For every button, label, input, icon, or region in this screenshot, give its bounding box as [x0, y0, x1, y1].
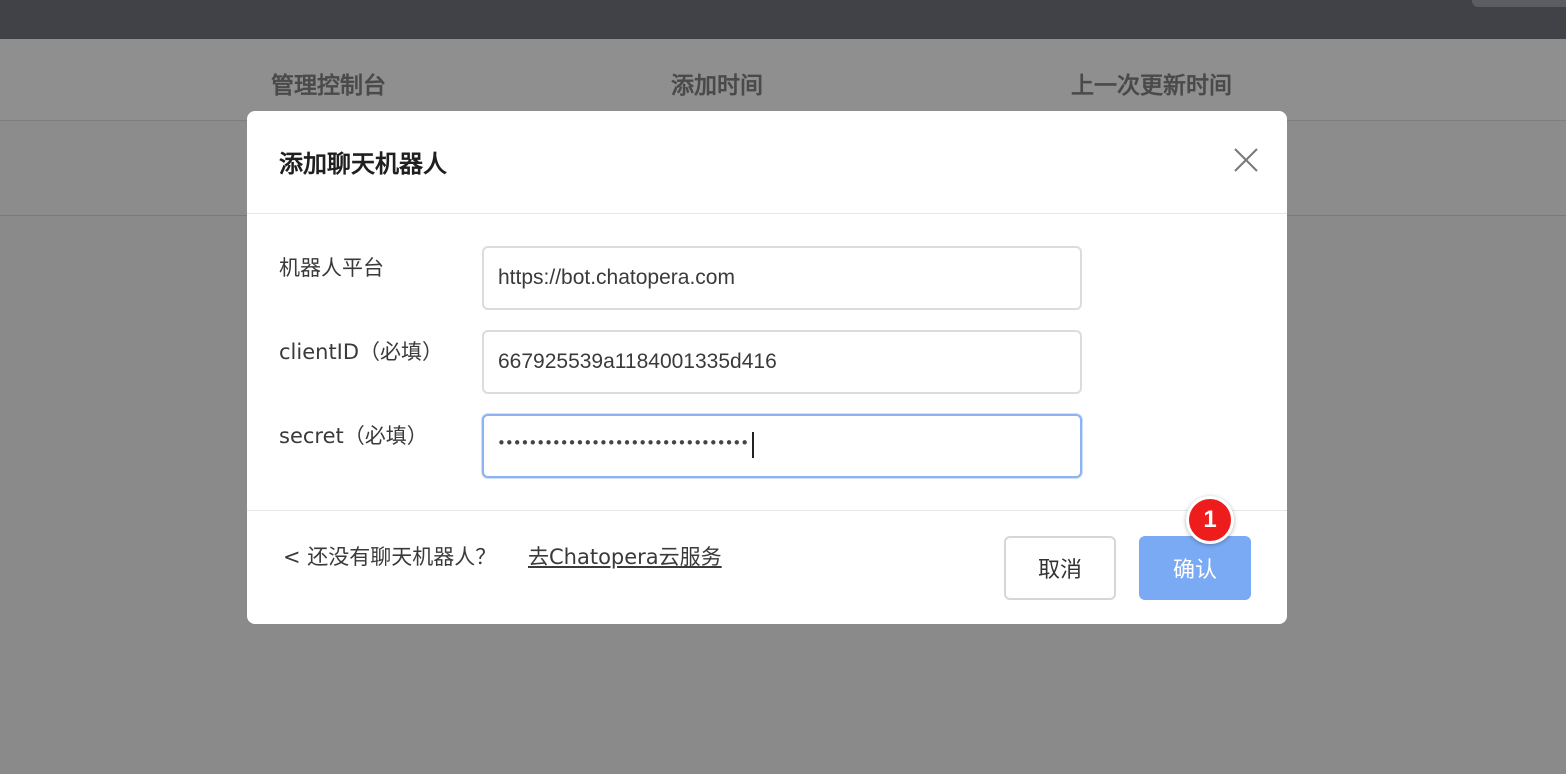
text-caret: [752, 432, 754, 458]
client-id-label: clientID（必填）: [279, 340, 444, 364]
secret-label: secret（必填）: [279, 424, 428, 448]
dialog-footer: < 还没有聊天机器人？ 去Chatopera云服务 取消 确认: [247, 510, 1287, 624]
add-bot-dialog: 添加聊天机器人 机器人平台 clientID（必填） secret（必填） ••…: [247, 111, 1287, 624]
platform-row: 机器人平台: [247, 246, 1287, 310]
cancel-button[interactable]: 取消: [1004, 536, 1116, 600]
topbar-button[interactable]: [1472, 0, 1566, 7]
platform-input[interactable]: [482, 246, 1082, 310]
secret-input[interactable]: [482, 414, 1082, 478]
column-header-updated-time: 上一次更新时间: [1071, 73, 1232, 99]
platform-label: 机器人平台: [279, 256, 384, 280]
close-icon[interactable]: [1231, 145, 1261, 175]
column-header-added-time: 添加时间: [671, 73, 763, 99]
column-header-console: 管理控制台: [271, 73, 386, 99]
client-id-input[interactable]: [482, 330, 1082, 394]
dialog-header: 添加聊天机器人: [247, 111, 1287, 214]
secret-row: secret（必填） •••••••••••••••••••••••••••••…: [247, 414, 1287, 478]
dialog-title: 添加聊天机器人: [279, 150, 447, 178]
step-number-badge: 1: [1186, 496, 1234, 544]
table-header: 管理控制台 添加时间 上一次更新时间: [0, 39, 1566, 121]
top-bar: [0, 0, 1566, 39]
chatopera-cloud-link[interactable]: 去Chatopera云服务: [528, 541, 722, 571]
no-bot-hint: < 还没有聊天机器人？: [283, 545, 497, 569]
confirm-button[interactable]: 确认: [1139, 536, 1251, 600]
client-id-row: clientID（必填）: [247, 330, 1287, 394]
